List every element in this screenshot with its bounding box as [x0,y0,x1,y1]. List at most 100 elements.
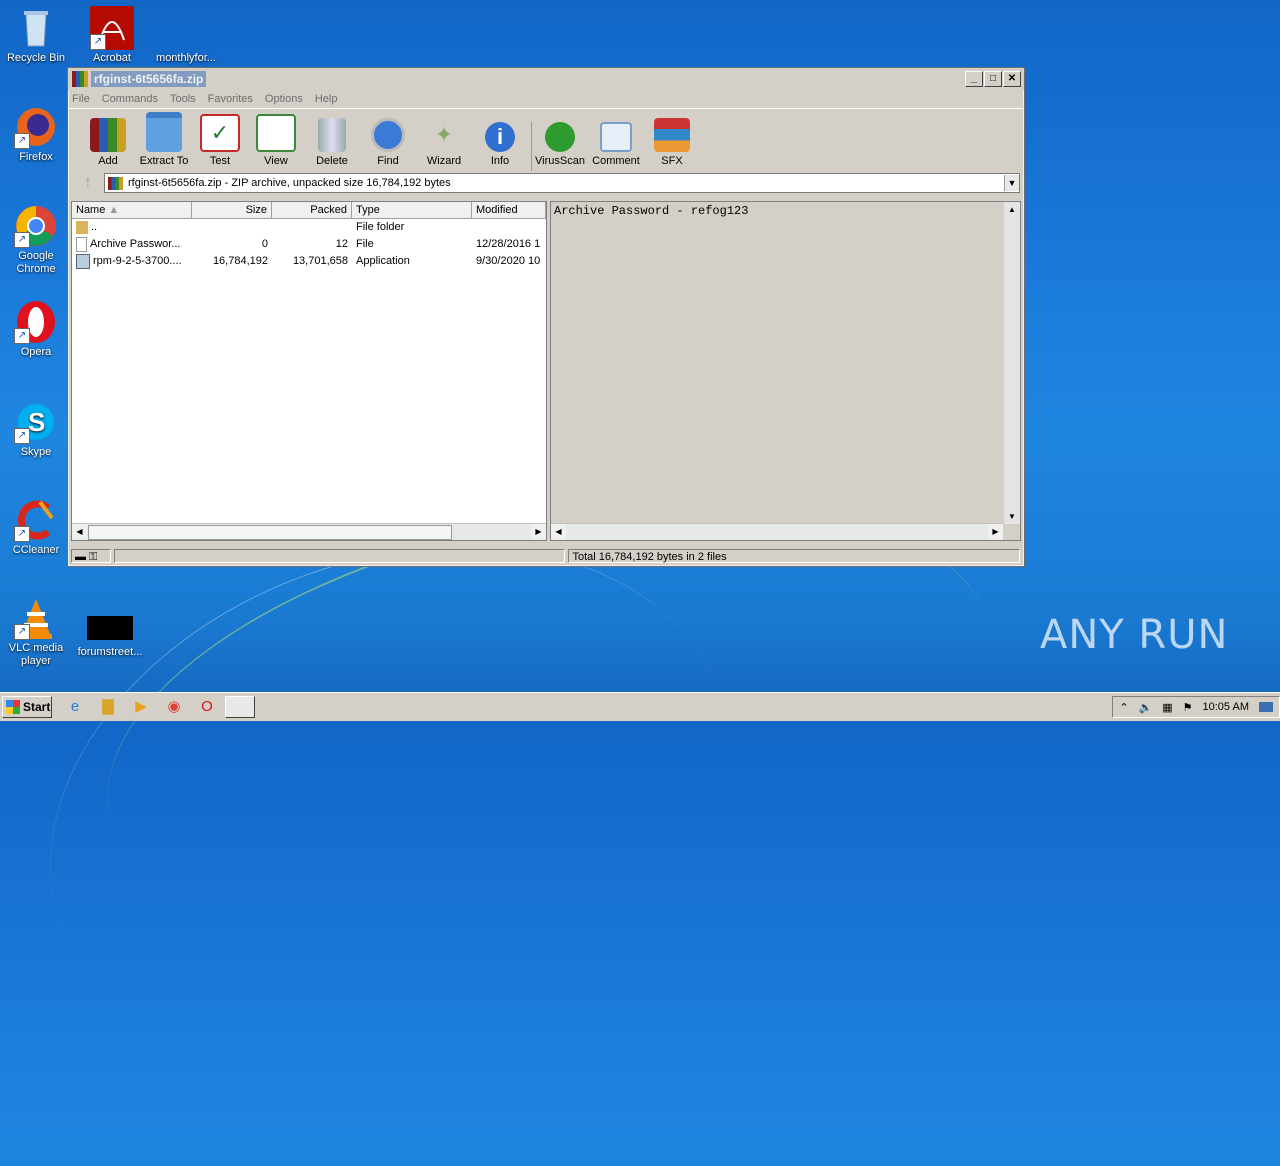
zip-archive-icon [108,176,123,190]
column-size[interactable]: Size [192,202,272,218]
column-modified[interactable]: Modified [472,202,546,218]
scroll-left-icon[interactable]: ◀ [551,524,566,539]
table-row[interactable]: Archive Passwor... 0 12 File 12/28/2016 … [72,236,546,253]
virusscan-button[interactable]: VirusScan [531,122,588,171]
menu-commands[interactable]: Commands [102,93,158,105]
menu-help[interactable]: Help [315,93,338,105]
ie-icon[interactable]: e [65,697,85,717]
tool-label: Test [209,155,231,167]
chrome-taskbar-icon[interactable]: ◉ [164,697,184,717]
cell-type: Application [356,255,410,267]
application-icon [76,253,90,269]
vertical-scrollbar[interactable]: ▲ ▼ [1004,202,1020,524]
desktop-icon-label: Recycle Bin [6,52,66,64]
column-type[interactable]: Type [352,202,472,218]
desktop-icon-label: Acrobat [93,52,131,64]
clock[interactable]: 10:05 AM [1203,701,1249,713]
menu-tools[interactable]: Tools [170,93,196,105]
desktop-icon-vlc[interactable]: ↗ VLC media player [0,596,72,668]
desktop-icon-acrobat[interactable]: ↗ Acrobat [76,6,148,65]
scroll-left-icon[interactable]: ◀ [72,524,87,539]
address-field[interactable]: rfginst-6t5656fa.zip - ZIP archive, unpa… [104,173,1020,193]
windows-logo-icon [6,700,20,714]
taskbar-window-button[interactable] [225,696,255,718]
desktop-icon-ccleaner[interactable]: ↗ CCleaner [0,498,72,557]
cell-size [192,219,272,236]
cell-name: Archive Passwor... [90,238,181,250]
scroll-right-icon[interactable]: ▶ [531,524,546,539]
cell-modified: 9/30/2020 10 [476,255,541,267]
menu-favorites[interactable]: Favorites [208,93,253,105]
tool-label: View [264,155,288,167]
maximize-button[interactable]: □ [984,71,1002,87]
wand-icon: ✦ [434,122,454,147]
column-packed[interactable]: Packed [272,202,352,218]
chevron-down-icon[interactable]: ▼ [1004,175,1019,191]
desktop-icon-monthlyfor[interactable]: monthlyfor... [150,6,222,65]
desktop-icon-firefox[interactable]: ↗ Firefox [0,105,72,164]
test-clipboard-icon: ✓ [200,114,240,152]
up-arrow-icon[interactable]: ↑ [72,173,104,193]
wizard-button[interactable]: ✦ Wizard [416,118,472,171]
start-label: Start [23,700,51,714]
sfx-button[interactable]: SFX [644,118,700,171]
extract-to-button[interactable]: Extract To [136,112,192,171]
recycle-bin-icon [14,6,58,50]
cell-name: rpm-9-2-5-3700.... [93,255,182,267]
desktop-icon-skype[interactable]: S ↗ Skype [0,400,72,459]
table-row[interactable]: rpm-9-2-5-3700.... 16,784,192 13,701,658… [72,253,546,270]
scroll-right-icon[interactable]: ▶ [988,524,1003,539]
view-button[interactable]: View [248,114,304,171]
desktop-icon-label: Google Chrome [16,250,56,275]
menu-options[interactable]: Options [265,93,303,105]
shortcut-arrow-icon: ↗ [14,428,30,444]
desktop-icon-chrome[interactable]: ↗ Google Chrome [0,204,72,276]
tool-label: Comment [592,155,640,167]
shortcut-arrow-icon: ↗ [14,328,30,344]
column-name[interactable]: Name ▲ [72,202,192,218]
horizontal-scrollbar[interactable]: ◀ ▶ [72,523,546,540]
winrar-icon [72,71,88,87]
find-button[interactable]: Find [360,118,416,171]
comment-icon [600,122,632,152]
tool-label: Wizard [426,155,462,167]
skype-icon: S ↗ [14,400,58,444]
minimize-button[interactable]: _ [965,71,983,87]
add-button[interactable]: Add [80,118,136,171]
menu-file[interactable]: File [72,93,90,105]
media-player-icon[interactable]: ▶ [131,697,151,717]
start-button[interactable]: Start [2,696,52,718]
scroll-down-icon[interactable]: ▼ [1004,509,1020,524]
explorer-folder-icon[interactable]: ▇ [98,697,118,717]
opera-taskbar-icon[interactable]: O [197,697,217,717]
document-icon [164,6,222,51]
comment-button[interactable]: Comment [588,122,644,171]
horizontal-scrollbar[interactable]: ◀ ▶ [551,523,1003,540]
address-text: rfginst-6t5656fa.zip - ZIP archive, unpa… [128,177,451,189]
scrollbar-thumb[interactable] [88,525,452,540]
cell-type: File folder [356,221,405,233]
volume-icon[interactable]: 🔈 [1139,701,1153,714]
delete-button[interactable]: Delete [304,118,360,171]
shortcut-arrow-icon: ↗ [14,624,30,640]
tool-label: Find [377,155,399,167]
sfx-books-icon [654,118,690,152]
window-titlebar[interactable]: rfginst-6t5656fa.zip _ □ ✕ [68,68,1024,90]
scroll-up-icon[interactable]: ▲ [1004,202,1020,217]
info-button[interactable]: i Info [472,122,528,171]
archive-comment-text: Archive Password - refog123 [554,204,749,218]
tray-expand-icon[interactable]: ⌃ [1119,701,1128,714]
view-book-icon [256,114,296,152]
show-desktop-icon[interactable] [1259,702,1273,712]
black-file-icon [87,616,133,640]
network-icon[interactable]: ▦ [1162,701,1172,714]
desktop-icon-opera[interactable]: ↗ Opera [0,300,72,359]
table-row[interactable]: .. File folder [72,219,546,236]
desktop-icon-recycle-bin[interactable]: Recycle Bin [0,6,72,65]
test-button[interactable]: ✓ Test [192,114,248,171]
close-button[interactable]: ✕ [1003,71,1021,87]
cell-packed [272,219,352,236]
info-icon: i [485,122,515,152]
action-center-flag-icon[interactable]: ⚑ [1183,701,1193,714]
desktop-icon-forumstreet[interactable]: forumstreet... [74,604,146,659]
